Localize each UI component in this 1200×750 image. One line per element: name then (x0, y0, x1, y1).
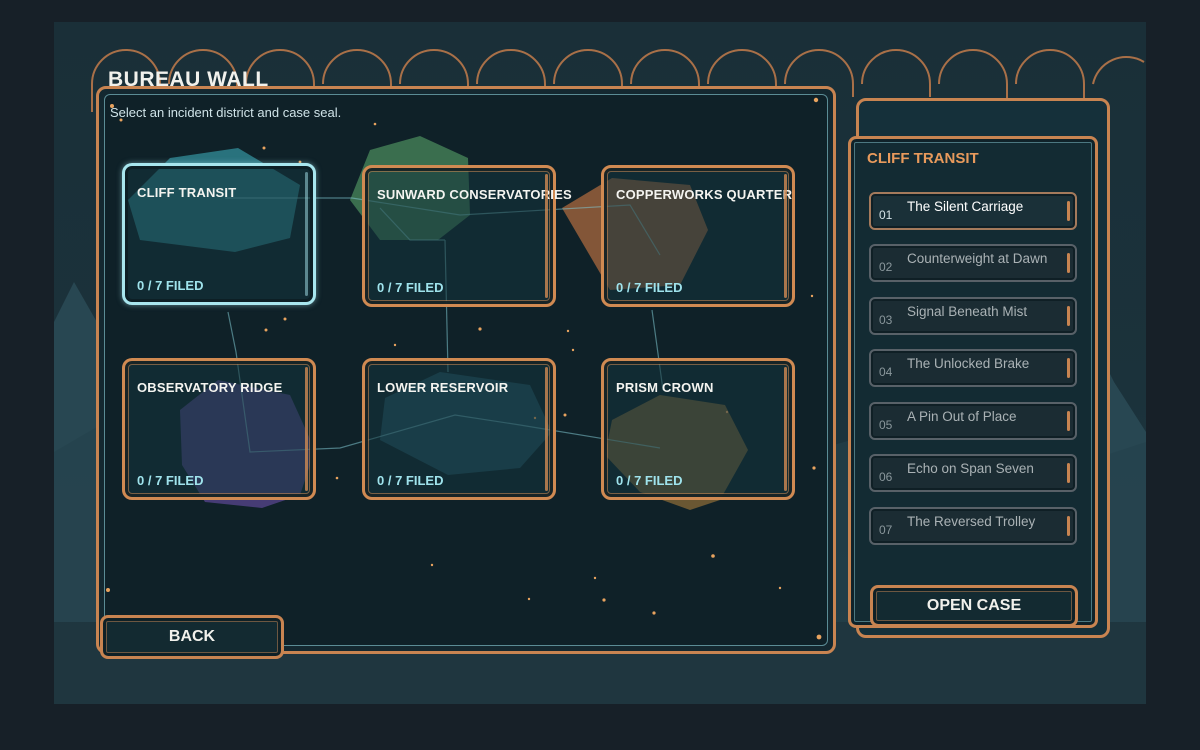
district-progress: 0 / 7 FILED (616, 473, 683, 488)
card-rail-decoration (305, 172, 308, 296)
district-name: OBSERVATORY RIDGE (137, 380, 283, 395)
back-button[interactable]: BACK (100, 615, 284, 659)
case-title: Echo on Span Seven (907, 461, 1034, 476)
district-card-observatory-ridge[interactable]: OBSERVATORY RIDGE 0 / 7 FILED (122, 358, 316, 500)
case-number: 03 (879, 313, 893, 327)
district-card-sunward-conservatories[interactable]: SUNWARD CONSERVATORIES 0 / 7 FILED (362, 165, 572, 307)
case-rail-decoration (1067, 358, 1070, 378)
district-progress: 0 / 7 FILED (377, 473, 444, 488)
case-title: The Unlocked Brake (907, 356, 1030, 371)
case-number: 04 (879, 365, 893, 379)
district-card-prism-crown[interactable]: PRISM CROWN 0 / 7 FILED (601, 358, 795, 500)
card-rail-decoration (784, 367, 787, 491)
case-item-01[interactable]: 01 The Silent Carriage (869, 192, 1077, 230)
case-panel-title: CLIFF TRANSIT (867, 150, 979, 167)
case-rail-decoration (1067, 306, 1070, 326)
case-number: 02 (879, 260, 893, 274)
case-rail-decoration (1067, 516, 1070, 536)
screen-subtitle: Select an incident district and case sea… (110, 105, 342, 120)
card-rail-decoration (784, 174, 787, 298)
district-card-cliff-transit[interactable]: CLIFF TRANSIT 0 / 7 FILED (122, 163, 316, 305)
case-title: The Silent Carriage (907, 199, 1024, 214)
district-name: CLIFF TRANSIT (137, 185, 237, 200)
card-rail-decoration (545, 367, 548, 491)
card-rail-decoration (545, 174, 548, 298)
case-item-04[interactable]: 04 The Unlocked Brake (869, 349, 1077, 387)
district-name: PRISM CROWN (616, 380, 714, 395)
case-number: 06 (879, 470, 893, 484)
card-rail-decoration (305, 367, 308, 491)
case-item-02[interactable]: 02 Counterweight at Dawn (869, 244, 1077, 282)
district-name: LOWER RESERVOIR (377, 380, 509, 395)
case-rail-decoration (1067, 411, 1070, 431)
district-progress: 0 / 7 FILED (137, 278, 204, 293)
case-number: 05 (879, 418, 893, 432)
case-item-07[interactable]: 07 The Reversed Trolley (869, 507, 1077, 545)
district-card-lower-reservoir[interactable]: LOWER RESERVOIR 0 / 7 FILED (362, 358, 556, 500)
case-rail-decoration (1067, 463, 1070, 483)
district-progress: 0 / 7 FILED (137, 473, 204, 488)
district-name: SUNWARD CONSERVATORIES (377, 187, 572, 202)
case-item-03[interactable]: 03 Signal Beneath Mist (869, 297, 1077, 335)
case-rail-decoration (1067, 253, 1070, 273)
district-progress: 0 / 7 FILED (616, 280, 683, 295)
district-card-copperworks-quarter[interactable]: COPPERWORKS QUARTER 0 / 7 FILED (601, 165, 795, 307)
case-rail-decoration (1067, 201, 1070, 221)
district-name: COPPERWORKS QUARTER (616, 187, 793, 202)
case-title: The Reversed Trolley (907, 514, 1036, 529)
case-title: Counterweight at Dawn (907, 251, 1048, 266)
case-item-06[interactable]: 06 Echo on Span Seven (869, 454, 1077, 492)
case-title: Signal Beneath Mist (907, 304, 1028, 319)
case-number: 01 (879, 208, 893, 222)
district-progress: 0 / 7 FILED (377, 280, 444, 295)
open-case-button[interactable]: OPEN CASE (870, 585, 1078, 627)
case-number: 07 (879, 523, 893, 537)
case-item-05[interactable]: 05 A Pin Out of Place (869, 402, 1077, 440)
case-title: A Pin Out of Place (907, 409, 1017, 424)
